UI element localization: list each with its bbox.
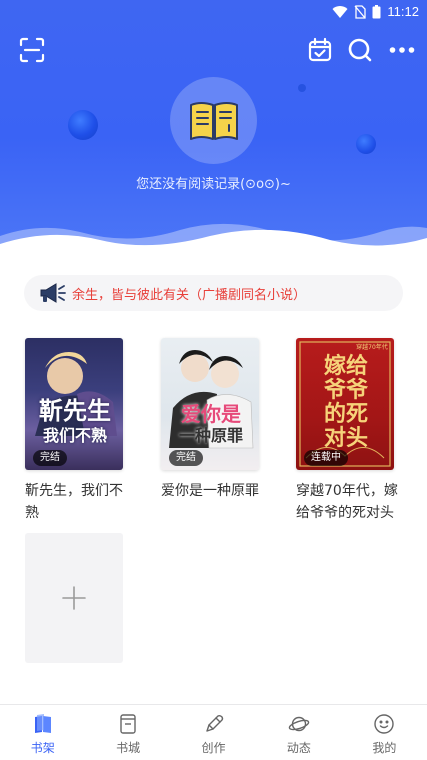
header-wave: [0, 223, 427, 250]
calendar-check-icon: [308, 37, 332, 62]
nav-label: 动态: [286, 741, 311, 755]
cover-title-line: 嫁给: [323, 353, 368, 379]
plus-icon: [62, 586, 86, 610]
cover-title-line: 对头: [323, 425, 368, 451]
more-button[interactable]: [388, 36, 416, 64]
wifi-icon: [332, 5, 348, 18]
scan-icon: [19, 37, 45, 63]
search-button[interactable]: [346, 36, 374, 64]
checkin-button[interactable]: [306, 36, 334, 64]
megaphone-icon: [38, 281, 68, 305]
cover-title-line: 的死: [323, 401, 368, 427]
nav-label: 书城: [116, 741, 141, 755]
status-icons: 11:12: [332, 4, 419, 19]
search-icon: [348, 38, 372, 62]
planet-icon: [288, 713, 310, 735]
nav-bookstore[interactable]: 书城: [85, 705, 170, 760]
scan-button[interactable]: [18, 36, 46, 64]
decor-bubble: [356, 134, 376, 154]
battery-icon: [372, 4, 381, 18]
status-badge: 连载中: [304, 450, 348, 466]
no-sim-icon: [354, 4, 367, 19]
book-item[interactable]: 爱你是 一种原罪 完结 爱你是一种原罪: [161, 338, 261, 502]
nav-label: 书架: [30, 741, 55, 755]
book-title: 穿越70年代，嫁给爷爷的死对头: [296, 483, 398, 521]
cover-subtitle: 穿越70年代: [356, 344, 388, 351]
book-cover: 靳先生 我们不熟 完结: [25, 338, 123, 470]
book-item[interactable]: 靳先生 我们不熟 完结 靳先生，我们不熟: [25, 338, 125, 524]
nav-feed[interactable]: 动态: [256, 705, 341, 760]
nav-bookshelf[interactable]: 书架: [0, 705, 85, 760]
status-badge: 完结: [169, 450, 203, 466]
cover-title-line: 爱你是: [181, 402, 241, 426]
smiley-icon: [373, 713, 395, 735]
nav-label: 我的: [372, 741, 397, 755]
empty-history-message: 您还没有阅读记录(⊙o⊙)~: [136, 177, 291, 192]
book-cover: 爱你是 一种原罪 完结: [161, 338, 259, 470]
header: 11:12 您还没有阅读记录(⊙o⊙)~: [0, 0, 427, 250]
announcement-text: 余生，皆与彼此有关（广播剧同名小说）: [72, 287, 307, 303]
nav-profile[interactable]: 我的: [342, 705, 427, 760]
cover-title-line: 靳先生: [39, 396, 111, 425]
cover-title-line: 爷爷: [323, 377, 368, 403]
pen-icon: [203, 713, 225, 735]
book-cover: 嫁给 爷爷 的死 对头 穿越70年代 连载中: [296, 338, 394, 470]
status-badge: 完结: [33, 450, 67, 466]
nav-label: 创作: [201, 741, 226, 755]
decor-bubble: [68, 110, 98, 140]
more-dots-icon: [389, 47, 415, 53]
status-bar: 11:12: [0, 0, 427, 26]
open-book-icon: [189, 101, 238, 140]
decor-bubble: [298, 84, 306, 92]
bottom-nav: 书架 书城 创作 动态 我的: [0, 704, 427, 760]
empty-shelf-illustration: [170, 77, 257, 164]
announcement-bar[interactable]: 余生，皆与彼此有关（广播剧同名小说）: [24, 275, 403, 311]
status-time: 11:12: [387, 4, 419, 19]
bookshelf-icon: [32, 713, 54, 735]
book-title: 爱你是一种原罪: [161, 483, 259, 499]
nav-create[interactable]: 创作: [171, 705, 256, 760]
book-title: 靳先生，我们不熟: [25, 483, 123, 521]
cover-title-line: 我们不熟: [42, 426, 107, 445]
add-book-button[interactable]: [25, 533, 123, 663]
cover-title-line: 一种原罪: [178, 426, 243, 445]
book-store-icon: [117, 713, 139, 735]
book-item[interactable]: 嫁给 爷爷 的死 对头 穿越70年代 连载中 穿越70年代，嫁给爷爷的死对头: [296, 338, 398, 524]
